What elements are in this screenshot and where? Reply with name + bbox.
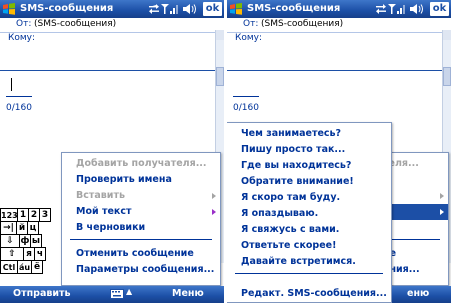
- softkey-send[interactable]: Отправить: [13, 288, 71, 299]
- key-tab[interactable]: →|: [0, 221, 17, 235]
- from-value: (SMS-сообщения): [34, 19, 117, 29]
- from-row[interactable]: От: (SMS-сообщения): [227, 19, 442, 33]
- quick-text-item[interactable]: Где вы находитесь?: [227, 158, 391, 174]
- menu-edit-quick-text[interactable]: Редакт. SMS-сообщения...: [227, 284, 392, 303]
- menu-cancel-message[interactable]: Отменить сообщение: [62, 246, 220, 262]
- body-separator: [227, 70, 442, 71]
- title-bar: SMS-сообщения ok: [0, 0, 224, 18]
- app-title: SMS-сообщения: [20, 3, 114, 14]
- ok-button[interactable]: ok: [430, 2, 449, 16]
- ok-button[interactable]: ok: [203, 2, 222, 16]
- submenu-arrow-icon: [440, 193, 444, 199]
- menu-insert-label: Вставить: [76, 190, 125, 201]
- quick-text-item[interactable]: Чем занимаетесь?: [227, 126, 391, 142]
- input-panel-caret-icon[interactable]: ▲: [126, 287, 132, 296]
- keyboard-icon[interactable]: [110, 288, 124, 300]
- windows-logo-icon[interactable]: [229, 2, 243, 16]
- softkey-bar: Редакт. SMS-сообщения... еню: [227, 284, 451, 303]
- signal-strength-icon: [161, 4, 178, 14]
- key-shift[interactable]: ⇧: [0, 247, 24, 261]
- on-screen-keyboard[interactable]: 123 1 2 3 →| й ц ⇩ ф ы ⇧ я ч Ctl áu ё: [0, 200, 66, 286]
- status-icons[interactable]: [147, 1, 199, 17]
- key-ctl[interactable]: Ctl: [0, 260, 18, 274]
- submenu-arrow-icon: [440, 209, 444, 215]
- quick-text-item[interactable]: Пишу просто так...: [227, 142, 391, 158]
- text-cursor: [11, 78, 12, 91]
- softkey-bar: Отправить ▲ Меню: [0, 286, 224, 303]
- counter-underline: [6, 96, 32, 97]
- body-separator: [0, 70, 215, 71]
- key-3[interactable]: 3: [39, 208, 51, 222]
- app-title: SMS-сообщения: [247, 3, 341, 14]
- menu-message-options[interactable]: Параметры сообщения...: [62, 262, 220, 278]
- from-row[interactable]: От: (SMS-сообщения): [0, 19, 215, 33]
- to-row[interactable]: Кому:: [227, 33, 442, 47]
- right-screen: SMS-сообщения ok От: (SMS-сообщения) Ком…: [227, 0, 451, 303]
- quick-text-item[interactable]: Ответьте скорее!: [227, 238, 391, 254]
- scroll-up-icon[interactable]: [216, 30, 224, 40]
- key-123[interactable]: 123: [0, 208, 18, 222]
- speaker-volume-icon: [410, 4, 423, 14]
- quick-text-item[interactable]: Я скоро там буду.: [227, 190, 391, 206]
- to-label: Кому:: [8, 33, 36, 43]
- menu-drafts[interactable]: В черновики: [62, 220, 220, 236]
- menu-separator: [70, 239, 212, 240]
- char-counter: 0/160: [6, 103, 32, 113]
- title-bar: SMS-сообщения ok: [227, 0, 451, 18]
- menu-insert[interactable]: Вставить: [62, 188, 220, 204]
- signal-strength-icon: [388, 4, 405, 14]
- from-label: От:: [16, 19, 32, 29]
- to-label: Кому:: [235, 33, 263, 43]
- key-ц[interactable]: ц: [27, 221, 39, 235]
- submenu-arrow-icon: [212, 209, 216, 215]
- menu-my-text-label: Мой текст: [76, 206, 132, 217]
- quick-text-item[interactable]: Обратите внимание!: [227, 174, 391, 190]
- from-value: (SMS-сообщения): [261, 19, 344, 29]
- scroll-up-icon[interactable]: [443, 30, 451, 40]
- key-accents[interactable]: áu: [17, 260, 32, 274]
- quick-text-item[interactable]: Я свяжусь с вами.: [227, 222, 391, 238]
- key-ч[interactable]: ч: [34, 247, 46, 261]
- counter-underline: [233, 96, 259, 97]
- char-counter: 0/160: [233, 103, 259, 113]
- key-caps[interactable]: ⇩: [0, 234, 20, 248]
- key-ё[interactable]: ё: [31, 260, 43, 274]
- key-ы[interactable]: ы: [30, 234, 42, 248]
- left-screen: SMS-сообщения ok От: (SMS-сообщения) Ком…: [0, 0, 224, 303]
- submenu-arrow-icon: [212, 193, 216, 199]
- from-label: От:: [243, 19, 259, 29]
- speaker-volume-icon: [183, 4, 196, 14]
- scroll-thumb[interactable]: [216, 67, 224, 86]
- menu-my-text[interactable]: Мой текст: [62, 204, 220, 220]
- quick-text-item[interactable]: Я опаздываю.: [227, 206, 391, 222]
- sync-arrows-icon: [149, 4, 159, 14]
- menu-separator: [235, 273, 383, 274]
- sync-arrows-icon: [376, 4, 386, 14]
- quick-text-item[interactable]: Давайте встретимся.: [227, 254, 391, 270]
- status-icons[interactable]: [374, 1, 426, 17]
- to-row[interactable]: Кому:: [0, 33, 215, 47]
- softkey-menu-partial[interactable]: еню: [407, 288, 429, 299]
- menu-check-names[interactable]: Проверить имена: [62, 172, 220, 188]
- menu-add-recipient[interactable]: Добавить получателя...: [62, 156, 220, 172]
- softkey-menu[interactable]: Меню: [172, 288, 204, 299]
- context-menu: Добавить получателя... Проверить имена В…: [61, 152, 221, 286]
- my-text-submenu: Чем занимаетесь? Пишу просто так... Где …: [227, 122, 392, 286]
- windows-logo-icon[interactable]: [2, 2, 16, 16]
- scroll-thumb[interactable]: [443, 67, 451, 86]
